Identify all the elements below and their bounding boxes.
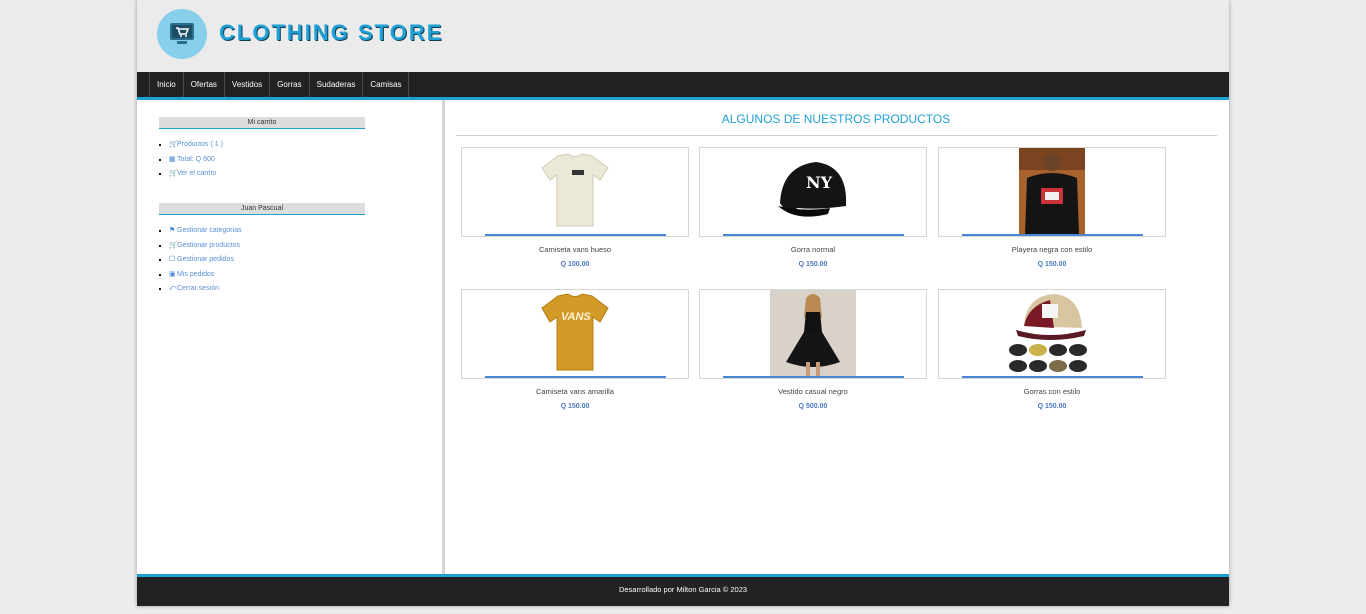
beige-tshirt-image: [541, 153, 609, 227]
product-name[interactable]: Camiseta vans amarilla: [461, 387, 689, 396]
card-accent-bar: [485, 234, 666, 236]
manage-products-link[interactable]: Gestionar productos: [177, 242, 240, 249]
receipt-icon: ▣: [169, 270, 176, 278]
product-card[interactable]: VANS Camiseta vans amarilla Q 150.00: [461, 289, 689, 410]
cart-icon: 🛒: [169, 141, 178, 148]
product-image[interactable]: [699, 289, 927, 379]
site-title[interactable]: CLOTHING STORE: [219, 20, 443, 46]
manage-orders-link[interactable]: Gestionar pedidos: [177, 256, 234, 263]
card-accent-bar: [962, 234, 1143, 236]
cart-icon: 🛒: [169, 241, 178, 249]
product-price: Q 100.00: [560, 261, 590, 268]
cart-total-link[interactable]: Total: Q 600: [177, 156, 215, 163]
product-price: Q 150.00: [1037, 261, 1067, 268]
manage-categories-link[interactable]: Gestionar categorias: [177, 227, 242, 234]
logo[interactable]: [157, 9, 207, 59]
tag-icon: ⚑: [169, 227, 176, 234]
divider: [456, 135, 1217, 136]
product-price: Q 150.00: [798, 261, 828, 268]
product-image[interactable]: [461, 147, 689, 237]
nav-item-ofertas[interactable]: Ofertas: [182, 72, 224, 97]
nav-item-gorras[interactable]: Gorras: [269, 72, 308, 97]
product-card[interactable]: Playera negra con estilo Q 150.00: [938, 147, 1166, 268]
list-item[interactable]: ▦Total: Q 600: [169, 153, 223, 168]
header: CLOTHING STORE: [137, 0, 1229, 72]
man-black-shirt-image: [1019, 148, 1085, 236]
card-accent-bar: [485, 376, 666, 378]
page: CLOTHING STORE Inicio Ofertas Vestidos G…: [137, 0, 1229, 606]
card-accent-bar: [723, 234, 904, 236]
list-item[interactable]: ⚑Gestionar categorias: [169, 224, 242, 239]
product-price: Q 500.00: [798, 403, 828, 410]
list-item[interactable]: 🛒Ver el carrito: [169, 167, 223, 182]
black-dress-image: [770, 290, 856, 378]
list-item[interactable]: 🛒Gestionar productos: [169, 239, 242, 254]
nav-item-camisas[interactable]: Camisas: [362, 72, 410, 97]
product-name[interactable]: Gorras con estilo: [938, 387, 1166, 396]
clipboard-icon: ☐: [169, 256, 176, 263]
yellow-tshirt-image: VANS: [541, 293, 609, 371]
trucker-caps-image: [1009, 294, 1087, 372]
product-price: Q 150.00: [560, 403, 590, 410]
view-cart-link[interactable]: Ver el carrito: [177, 170, 216, 177]
user-list: ⚑Gestionar categorias 🛒Gestionar product…: [159, 224, 242, 297]
card-accent-bar: [723, 376, 904, 378]
cart-icon: 🛒: [169, 170, 178, 177]
product-image[interactable]: NY: [699, 147, 927, 237]
product-image[interactable]: VANS: [461, 289, 689, 379]
black-cap-image: NY: [778, 162, 847, 217]
sidebar: Mi carrito 🛒Productos ( 1 ) ▦Total: Q 60…: [137, 100, 445, 574]
my-orders-link[interactable]: Mis pedidos: [177, 271, 214, 278]
logout-icon: ⤺: [169, 285, 177, 292]
footer: Desarrollado por Milton Garcia © 2023: [137, 574, 1229, 606]
product-image[interactable]: [938, 289, 1166, 379]
nav-item-inicio[interactable]: Inicio: [149, 72, 183, 97]
product-name[interactable]: Camiseta vans hueso: [461, 245, 689, 254]
cart-list: 🛒Productos ( 1 ) ▦Total: Q 600 🛒Ver el c…: [159, 138, 223, 182]
main-nav: Inicio Ofertas Vestidos Gorras Sudaderas…: [137, 72, 1229, 100]
product-image[interactable]: [938, 147, 1166, 237]
nav-item-sudaderas[interactable]: Sudaderas: [308, 72, 363, 97]
logout-link[interactable]: Cerrar sesión: [177, 285, 219, 292]
list-item[interactable]: ⤺Cerrar sesión: [169, 282, 242, 297]
list-item[interactable]: ▣Mis pedidos: [169, 268, 242, 283]
product-name[interactable]: Gorra normal: [699, 245, 927, 254]
list-item[interactable]: ☐Gestionar pedidos: [169, 253, 242, 268]
product-card[interactable]: Vestido casual negro Q 500.00: [699, 289, 927, 410]
nav-item-vestidos[interactable]: Vestidos: [223, 72, 269, 97]
money-icon: ▦: [169, 155, 176, 163]
svg-text:NY: NY: [806, 173, 833, 192]
svg-text:VANS: VANS: [561, 311, 591, 323]
user-box-title: Juan Pascual: [159, 203, 365, 215]
cart-icon: [170, 23, 194, 44]
cart-box-title: Mi carrito: [159, 117, 365, 129]
product-card[interactable]: NY Gorra normal Q 150.00: [699, 147, 927, 268]
card-accent-bar: [962, 376, 1143, 378]
product-card[interactable]: Gorras con estilo Q 150.00: [938, 289, 1166, 410]
cart-products-link[interactable]: Productos ( 1 ): [177, 141, 223, 148]
product-name[interactable]: Playera negra con estilo: [938, 245, 1166, 254]
list-item[interactable]: 🛒Productos ( 1 ): [169, 138, 223, 153]
page-title: ALGUNOS DE NUESTROS PRODUCTOS: [721, 112, 951, 126]
product-name[interactable]: Vestido casual negro: [699, 387, 927, 396]
product-price: Q 150.00: [1037, 403, 1067, 410]
product-card[interactable]: Camiseta vans hueso Q 100.00: [461, 147, 689, 268]
